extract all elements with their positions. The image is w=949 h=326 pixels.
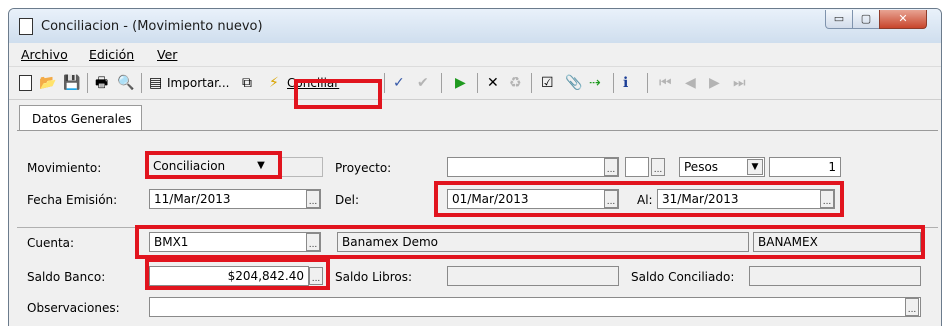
close-button[interactable]: ✕ [879, 10, 927, 29]
play-icon[interactable]: ▶ [455, 75, 466, 91]
movimiento-extra-field [279, 157, 323, 177]
open-folder-icon[interactable]: 📂 [39, 75, 56, 91]
delete-icon[interactable]: ✕ [487, 75, 499, 91]
title-bar[interactable]: Conciliacion - (Movimiento nuevo) ▭ ▢ ✕ [9, 9, 941, 44]
toolbar-separator [613, 73, 614, 93]
moneda-value: Pesos [684, 160, 719, 174]
save-icon[interactable]: 💾 [63, 75, 80, 91]
lightning-icon: ⚡ [269, 75, 279, 91]
toolbar-separator [87, 73, 88, 93]
window-title: Conciliacion - (Movimiento nuevo) [41, 19, 263, 34]
toolbar-separator [477, 73, 478, 93]
print-icon[interactable]: 🖶 [95, 75, 108, 91]
toolbar-separator [647, 73, 648, 93]
highlight-date-range [434, 181, 844, 217]
import-icon: ▤ [149, 75, 163, 91]
tipo-cambio-input[interactable]: 1 [769, 157, 841, 177]
observaciones-input[interactable] [149, 297, 921, 317]
new-document-icon[interactable] [19, 75, 32, 91]
proyecto-code-lookup-button[interactable]: ... [651, 158, 665, 176]
paperclip-icon[interactable]: 📎 [565, 75, 582, 91]
proyecto-input[interactable] [447, 157, 619, 177]
print-preview-icon[interactable]: 🔍 [117, 75, 134, 91]
last-record-icon[interactable]: ⏭ [733, 75, 746, 91]
clipboard-icon[interactable]: ☑ [541, 75, 554, 91]
saldo-conciliado-label: Saldo Conciliado: [631, 270, 735, 284]
next-record-icon[interactable]: ▶ [709, 75, 720, 91]
del-label: Del: [335, 193, 359, 207]
tab-datos-generales[interactable]: Datos Generales [19, 105, 142, 131]
moneda-dropdown-arrow[interactable]: ▼ [747, 159, 763, 175]
saldo-banco-label: Saldo Banco: [27, 270, 106, 284]
movimiento-label: Movimiento: [27, 161, 102, 175]
menu-bar: Archivo Edición Ver [9, 43, 941, 65]
maximize-button[interactable]: ▢ [852, 10, 880, 29]
cuenta-label: Cuenta: [27, 236, 75, 250]
saldo-libros-label: Saldo Libros: [335, 270, 413, 284]
tab-label: Datos Generales [32, 112, 132, 126]
menu-archivo[interactable]: Archivo [21, 47, 68, 62]
saldo-libros-field [447, 266, 619, 286]
info-icon[interactable]: ℹ [623, 75, 628, 91]
toolbar-separator [384, 73, 385, 93]
proyecto-code-input[interactable] [625, 157, 649, 177]
highlight-conciliar [294, 79, 382, 109]
menu-ver[interactable]: Ver [157, 47, 177, 62]
highlight-movimiento [145, 151, 282, 179]
page: Conciliacion - (Movimiento nuevo) ▭ ▢ ✕ … [0, 0, 949, 326]
saldo-conciliado-field [749, 266, 921, 286]
fecha-emision-calendar-button[interactable]: ... [306, 190, 320, 208]
observaciones-lookup-button[interactable]: ... [905, 298, 919, 316]
document-icon [19, 18, 33, 35]
highlight-cuenta [135, 225, 925, 259]
copy-icon[interactable]: ⧉ [242, 75, 252, 91]
recycle-icon[interactable]: ♻ [509, 75, 522, 91]
toolbar-separator [441, 73, 442, 93]
fecha-emision-label: Fecha Emisión: [27, 193, 118, 207]
fecha-emision-input[interactable]: 11/Mar/2013 [149, 189, 321, 209]
spell-check-icon[interactable]: ✓ [393, 75, 405, 91]
proyecto-label: Proyecto: [335, 161, 392, 175]
check-icon[interactable]: ✔ [417, 75, 429, 91]
proyecto-lookup-button[interactable]: ... [604, 158, 618, 176]
menu-edicion[interactable]: Edición [89, 47, 134, 62]
observaciones-label: Observaciones: [27, 301, 120, 315]
previous-record-icon[interactable]: ◀ [685, 75, 696, 91]
importar-button[interactable]: Importar... [167, 76, 229, 90]
toolbar: 📂 💾 🖶 🔍 ▤ Importar... ⧉ ⚡ Conciliar ✓ ✔ … [9, 66, 941, 100]
toolbar-separator [531, 73, 532, 93]
minimize-button[interactable]: ▭ [825, 10, 853, 29]
toolbar-separator [141, 73, 142, 93]
export-icon[interactable]: ⇢ [589, 75, 601, 91]
first-record-icon[interactable]: ⏮ [659, 75, 672, 91]
highlight-saldo-banco [145, 258, 330, 290]
